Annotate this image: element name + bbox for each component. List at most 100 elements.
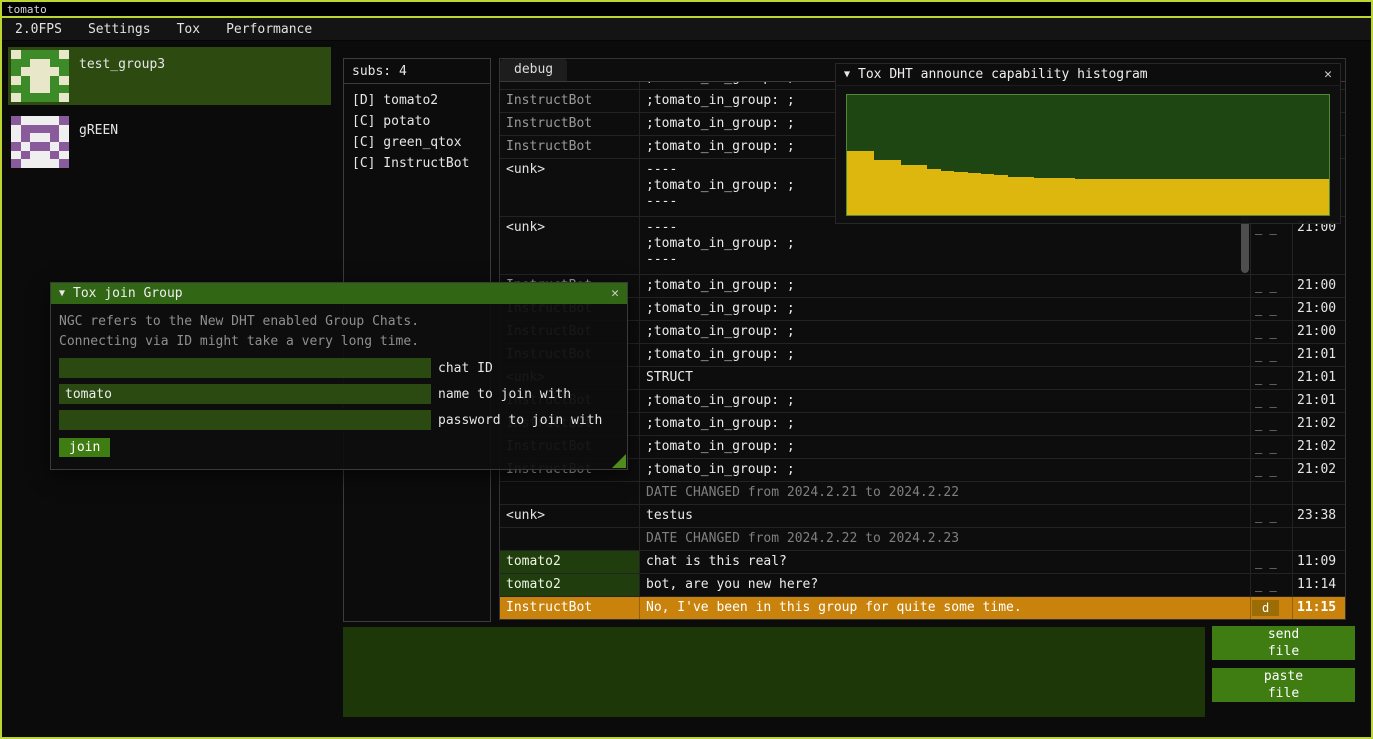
avatar-pixel: [11, 76, 21, 85]
join-button[interactable]: join: [59, 438, 110, 457]
delivered-flag: d: [1252, 600, 1279, 616]
avatar-pixel: [21, 142, 31, 151]
date-separator-row[interactable]: DATE CHANGED from 2024.2.22 to 2024.2.23: [500, 528, 1345, 551]
message-sender: InstructBot: [500, 82, 640, 89]
chat-message-row[interactable]: tomato2bot, are you new here?_ _11:14: [500, 574, 1345, 597]
message-text: ;tomato_in_group: ;: [640, 344, 1251, 366]
histogram-bar: [1061, 178, 1074, 215]
member-list: [D] tomato2[C] potato[C] green_qtox[C] I…: [344, 84, 490, 174]
avatar-pixel: [21, 151, 31, 160]
message-sender: InstructBot: [500, 597, 640, 619]
join-group-dialog: ▼ Tox join Group ✕ NGC refers to the New…: [50, 282, 628, 470]
avatar-pixel: [59, 116, 69, 125]
histogram-bar: [1222, 179, 1235, 215]
histogram-bar: [1276, 179, 1289, 215]
histogram-bar: [901, 165, 914, 215]
avatar-pixel: [11, 93, 21, 102]
group-item-test_group3[interactable]: test_group3: [8, 47, 331, 105]
window-titlebar[interactable]: tomato: [2, 2, 1371, 18]
histogram-bar: [1195, 179, 1208, 215]
avatar-pixel: [59, 125, 69, 134]
member-item[interactable]: [C] potato: [344, 111, 490, 132]
member-item[interactable]: [C] InstructBot: [344, 153, 490, 174]
histogram-bar: [887, 160, 900, 215]
join-dialog-close-icon[interactable]: ✕: [611, 286, 619, 301]
avatar-pixel: [50, 116, 60, 125]
join-dialog-titlebar[interactable]: ▼ Tox join Group ✕: [51, 283, 627, 304]
histogram-window-titlebar[interactable]: ▼ Tox DHT announce capability histogram …: [836, 64, 1340, 86]
histogram-bar: [1075, 179, 1088, 215]
avatar-pixel: [11, 59, 21, 68]
message-flags: _ _: [1251, 436, 1293, 458]
message-flags: _ _: [1251, 367, 1293, 389]
message-time: 21:01: [1293, 390, 1345, 412]
histogram-window-title: Tox DHT announce capability histogram: [858, 67, 1148, 82]
histogram-close-icon[interactable]: ✕: [1324, 67, 1332, 82]
histogram-bar: [1168, 179, 1181, 215]
message-flags: _ _: [1251, 459, 1293, 481]
avatar-pixel: [21, 67, 31, 76]
collapse-arrow-icon[interactable]: ▼: [59, 288, 65, 299]
message-flags: d: [1251, 597, 1293, 619]
resize-grip[interactable]: [612, 454, 626, 468]
avatar-pixel: [59, 76, 69, 85]
message-text: No, I've been in this group for quite so…: [640, 597, 1251, 619]
chat-id-input[interactable]: [59, 358, 431, 378]
avatar-pixel: [30, 116, 40, 125]
group-avatar: [11, 50, 69, 102]
avatar-pixel: [21, 85, 31, 94]
date-separator-row[interactable]: DATE CHANGED from 2024.2.21 to 2024.2.22: [500, 482, 1345, 505]
message-sender: [500, 528, 640, 550]
histogram-bar: [874, 160, 887, 215]
avatar-pixel: [30, 85, 40, 94]
avatar-pixel: [50, 67, 60, 76]
message-flags: [1251, 482, 1293, 504]
member-item[interactable]: [D] tomato2: [344, 90, 490, 111]
message-time: 21:02: [1293, 436, 1345, 458]
avatar-pixel: [30, 67, 40, 76]
histogram-bar: [981, 174, 994, 215]
histogram-bar: [1182, 179, 1195, 215]
avatar-pixel: [40, 159, 50, 168]
message-flags: _ _: [1251, 551, 1293, 573]
avatar-pixel: [50, 133, 60, 142]
avatar-pixel: [30, 59, 40, 68]
chat-message-row[interactable]: <unk>testus_ _23:38: [500, 505, 1345, 528]
menu-item-tox[interactable]: Tox: [164, 18, 213, 40]
tab-debug[interactable]: debug: [500, 59, 567, 81]
menu-item-2-0fps[interactable]: 2.0FPS: [2, 18, 75, 40]
group-name: gREEN: [79, 123, 118, 168]
join-password-input[interactable]: [59, 410, 431, 430]
avatar-pixel: [59, 142, 69, 151]
avatar-pixel: [50, 85, 60, 94]
group-item-gREEN[interactable]: gREEN: [8, 113, 331, 171]
member-item[interactable]: [C] green_qtox: [344, 132, 490, 153]
message-time: 21:02: [1293, 413, 1345, 435]
message-flags: _ _: [1251, 344, 1293, 366]
avatar-pixel: [21, 159, 31, 168]
send-file-button[interactable]: send file: [1212, 626, 1355, 660]
chat-message-row[interactable]: <unk>---- ;tomato_in_group: ; ----_ _21:…: [500, 217, 1345, 275]
avatar-pixel: [11, 133, 21, 142]
menu-item-settings[interactable]: Settings: [75, 18, 164, 40]
chat-message-row[interactable]: tomato2chat is this real?_ _11:09: [500, 551, 1345, 574]
menu-item-performance[interactable]: Performance: [213, 18, 325, 40]
join-name-input[interactable]: [59, 384, 431, 404]
message-time: 11:09: [1293, 551, 1345, 573]
message-input[interactable]: [343, 627, 1205, 717]
histogram-bar: [941, 171, 954, 215]
message-time: [1293, 482, 1345, 504]
avatar-pixel: [21, 116, 31, 125]
histogram-bar: [1088, 179, 1101, 215]
avatar-pixel: [11, 151, 21, 160]
chat-message-row[interactable]: InstructBotNo, I've been in this group f…: [500, 597, 1345, 619]
avatar-pixel: [40, 133, 50, 142]
avatar-pixel: [40, 59, 50, 68]
dialog-info-line-1: NGC refers to the New DHT enabled Group …: [59, 312, 619, 332]
avatar-pixel: [40, 93, 50, 102]
avatar-pixel: [50, 159, 60, 168]
collapse-arrow-icon[interactable]: ▼: [844, 69, 850, 80]
message-text: ;tomato_in_group: ;: [640, 390, 1251, 412]
paste-file-button[interactable]: paste file: [1212, 668, 1355, 702]
chat-id-label: chat ID: [438, 361, 493, 376]
